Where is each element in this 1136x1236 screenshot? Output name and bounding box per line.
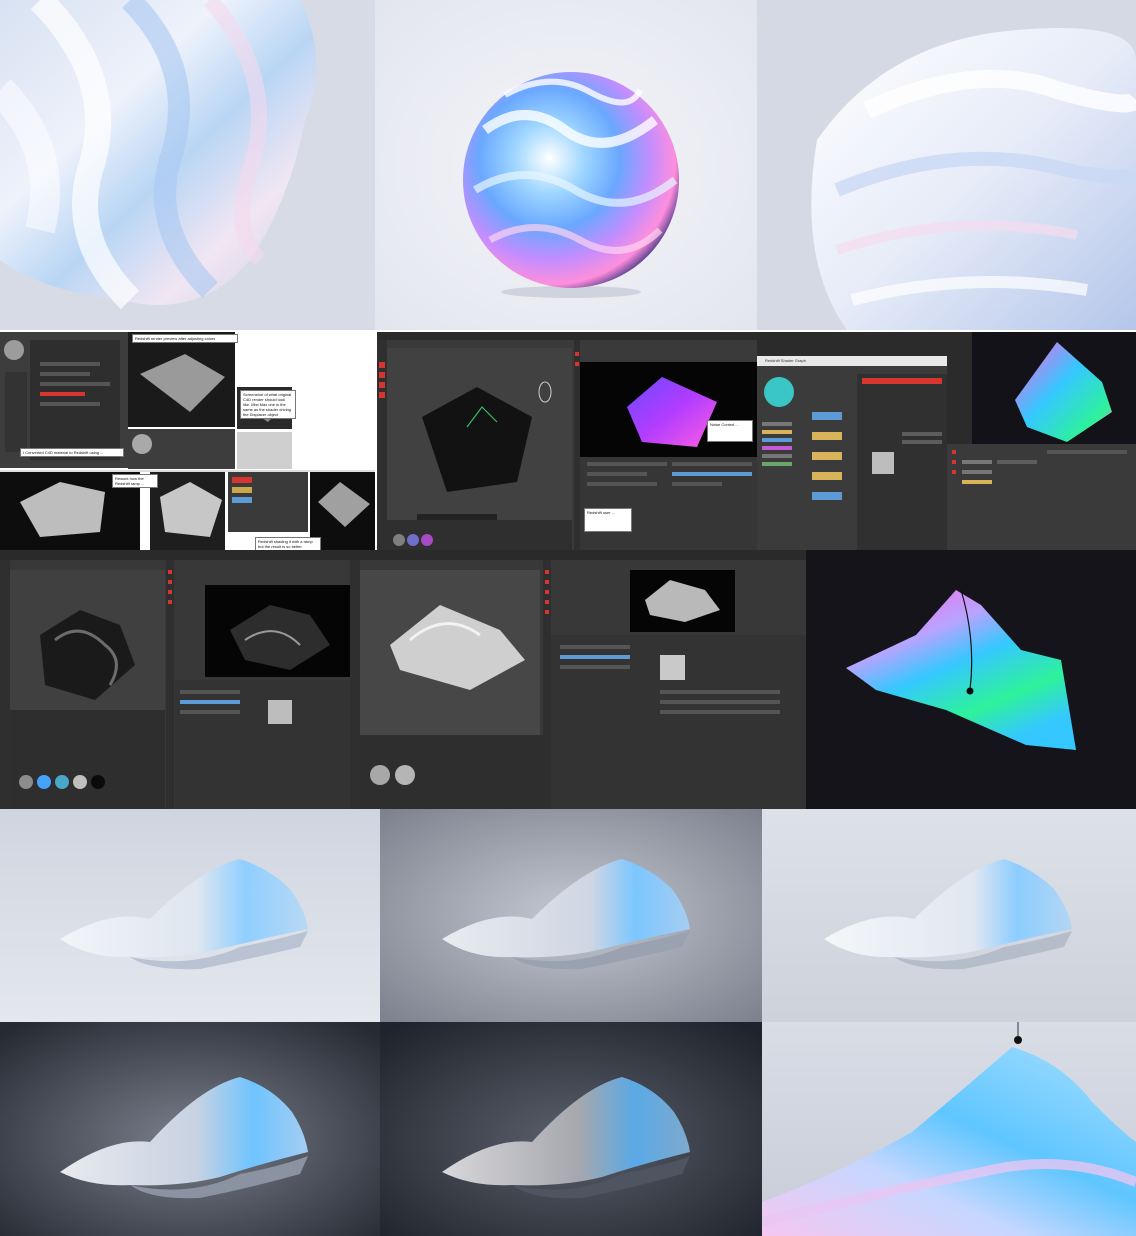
screenshot-c4d-dark-surface [0, 550, 350, 809]
render-grey-bg [380, 809, 762, 1022]
render-white-bg [762, 809, 1136, 1022]
render-gradient-surface-dark [806, 550, 1136, 809]
note-converted-material: I Converted C4D material to Redshift usi… [20, 448, 124, 457]
shader-graph-window-title: Redshift Shader Graph [765, 358, 806, 363]
note-noise-control: Noise Control ... [707, 420, 753, 442]
render-iridescent-blob-left [0, 0, 375, 330]
screenshot-redshift-shader-graph: Redshift Shader Graph [757, 332, 1136, 550]
note-original-render: Screenshot of what original C4D render s… [240, 390, 296, 419]
note-redshift-user: Redshift user ... [584, 508, 632, 532]
render-iridescent-sphere [375, 0, 757, 330]
render-iridescent-closeup [762, 1022, 1136, 1236]
screenshot-c4d-viewport-displacer: Noise Control ... Redshift user ... [377, 332, 757, 550]
note-rework-ramp: Rework how the Redshift ramp ... [112, 474, 158, 488]
render-white-blob-right [757, 0, 1136, 330]
screenshot-c4d-light-surface [350, 550, 806, 809]
note-ramp-result: Redshift shading it with a ramp but the … [255, 537, 321, 550]
note-redshift-preview: Redshift render preview after adjusting … [132, 334, 238, 343]
screenshot-material-conversion-notes: Redshift render preview after adjusting … [0, 332, 375, 550]
render-dark-bg-2 [380, 1022, 762, 1236]
render-dark-bg-1 [0, 1022, 380, 1236]
render-soft-light-1 [0, 809, 380, 1022]
